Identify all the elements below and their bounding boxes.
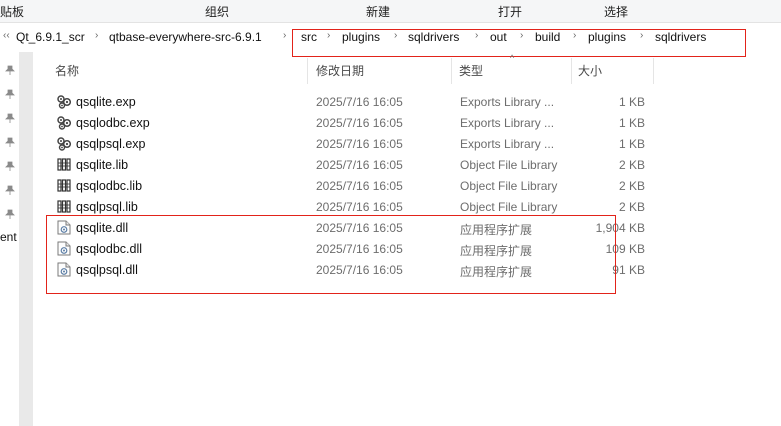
file-name: qsqlpsql.exp — [76, 137, 146, 151]
ribbon-new-label: 新建 — [366, 5, 391, 19]
file-size: 1 KB — [618, 95, 645, 109]
ribbon-select-label: 选择 — [604, 5, 629, 19]
column-header-date[interactable]: 修改日期 — [309, 58, 453, 84]
file-name: qsqlodbc.exp — [76, 116, 150, 130]
exports-library-icon — [57, 136, 72, 151]
navigation-scrollbar[interactable] — [19, 52, 33, 426]
file-date: 2025/7/16 16:05 — [316, 137, 403, 151]
pin-icon[interactable] — [5, 185, 15, 195]
pin-icon[interactable] — [5, 137, 15, 147]
file-size: 1 KB — [618, 116, 645, 130]
object-library-icon — [57, 178, 71, 193]
breadcrumb-highlight-box — [292, 29, 746, 57]
column-divider[interactable] — [307, 58, 308, 84]
file-row[interactable]: qsqlodbc.exp 2025/7/16 16:05 Exports Libra… — [33, 112, 781, 133]
file-name: qsqlodbc.lib — [76, 179, 143, 193]
column-divider[interactable] — [653, 58, 654, 84]
file-name: qsqlite.exp — [76, 95, 136, 109]
file-size: 2 KB — [618, 158, 645, 172]
file-name: qsqlpsql.lib — [76, 200, 138, 214]
sort-ascending-icon: ^ — [510, 53, 515, 63]
chevron-right-icon[interactable]: › — [283, 30, 286, 41]
pin-icon[interactable] — [5, 113, 15, 123]
file-type: Object File Library — [460, 179, 558, 193]
ribbon-clipboard-label: 贴板 — [0, 5, 25, 19]
file-row[interactable]: qsqlodbc.lib 2025/7/16 16:05 Object File L… — [33, 175, 781, 196]
ribbon-group-labels: 贴板 组织 新建 打开 选择 — [0, 0, 781, 23]
column-header-size[interactable]: 大小 — [571, 58, 651, 84]
column-header-name[interactable]: 名称 — [48, 58, 316, 84]
file-type: Exports Library ... — [460, 116, 555, 130]
file-type: Exports Library ... — [460, 137, 555, 151]
file-type: Object File Library — [460, 158, 558, 172]
dll-highlight-box — [46, 215, 616, 294]
ribbon-organize-label: 组织 — [205, 5, 230, 19]
pin-icon[interactable] — [5, 161, 15, 171]
file-name: qsqlite.lib — [76, 158, 129, 172]
file-size: 2 KB — [618, 179, 645, 193]
column-header-row: 名称 修改日期 类型 大小 — [33, 58, 781, 84]
exports-library-icon — [57, 115, 72, 130]
breadcrumb-item[interactable]: Qt_6.9.1_scr — [16, 30, 85, 44]
file-row[interactable]: qsqlpsql.exp 2025/7/16 16:05 Exports Libra… — [33, 133, 781, 154]
file-size: 1 KB — [618, 137, 645, 151]
pin-icon[interactable] — [5, 65, 15, 75]
file-type: Exports Library ... — [460, 95, 555, 109]
ribbon-open-label: 打开 — [498, 5, 523, 19]
chevron-left-icon[interactable]: ‹‹ — [3, 30, 10, 41]
file-date: 2025/7/16 16:05 — [316, 200, 403, 214]
file-row[interactable]: qsqlite.lib 2025/7/16 16:05 Object File Li… — [33, 154, 781, 175]
pin-icon[interactable] — [5, 89, 15, 99]
object-library-icon — [57, 199, 71, 214]
file-date: 2025/7/16 16:05 — [316, 158, 403, 172]
file-size: 91 KB — [612, 263, 645, 277]
exports-library-icon — [57, 94, 72, 109]
file-date: 2025/7/16 16:05 — [316, 116, 403, 130]
file-size: 2 KB — [618, 200, 645, 214]
file-date: 2025/7/16 16:05 — [316, 179, 403, 193]
file-row[interactable]: qsqlpsql.lib 2025/7/16 16:05 Object File L… — [33, 196, 781, 217]
file-date: 2025/7/16 16:05 — [316, 95, 403, 109]
file-type: Object File Library — [460, 200, 558, 214]
breadcrumb-item[interactable]: qtbase-everywhere-src-6.9.1 — [109, 30, 262, 44]
object-library-icon — [57, 157, 71, 172]
nav-item-label[interactable]: ent — [0, 230, 17, 244]
file-row[interactable]: qsqlite.exp 2025/7/16 16:05 Exports Librar… — [33, 91, 781, 112]
chevron-right-icon[interactable]: › — [95, 30, 98, 41]
pin-icon[interactable] — [5, 209, 15, 219]
